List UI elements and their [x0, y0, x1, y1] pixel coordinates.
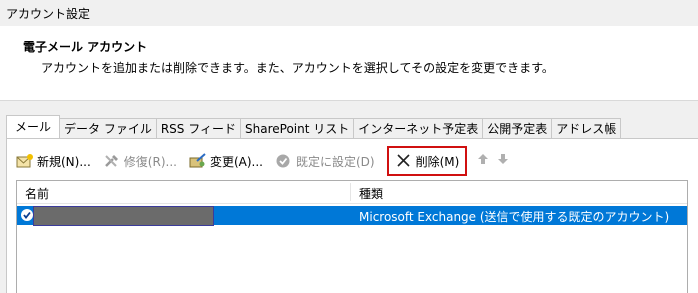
change-account-label: 変更(A)...: [209, 154, 263, 169]
set-default-button[interactable]: 既定に設定(D): [271, 150, 379, 172]
account-type-cell: Microsoft Exchange (送信で使用する既定のアカウント): [359, 210, 670, 224]
arrow-up-icon[interactable]: [475, 153, 491, 169]
column-header-type[interactable]: 種類: [359, 185, 383, 202]
set-default-label: 既定に設定(D): [295, 154, 375, 169]
change-settings-icon: [189, 153, 207, 169]
header-heading: 電子メール アカウント: [23, 40, 148, 54]
change-account-button[interactable]: 変更(A)...: [185, 150, 267, 172]
title-bar: アカウント設定: [0, 0, 698, 26]
default-account-check-icon: [20, 208, 34, 222]
tab-data-files[interactable]: データ ファイル: [59, 118, 157, 138]
tab-address-books[interactable]: アドレス帳: [551, 118, 622, 138]
tab-published-calendars[interactable]: 公開予定表: [482, 118, 553, 138]
new-account-button[interactable]: 新規(N)...: [12, 150, 95, 172]
list-header: 名前 種類: [17, 181, 687, 204]
repair-account-label: 修復(R)...: [123, 154, 177, 169]
tab-internet-calendars[interactable]: インターネット予定表: [353, 118, 484, 138]
column-header-name[interactable]: 名前: [25, 185, 49, 202]
table-row[interactable]: Microsoft Exchange (送信で使用する既定のアカウント): [17, 206, 687, 226]
header-panel: 電子メール アカウント アカウントを追加または削除できます。また、アカウントを選…: [0, 26, 698, 101]
delete-account-label: 削除(M): [415, 154, 460, 169]
check-circle-icon: [275, 153, 293, 169]
delete-account-button[interactable]: 削除(M): [386, 146, 468, 176]
close-icon: [395, 153, 413, 169]
repair-account-button[interactable]: 修復(R)...: [99, 150, 181, 172]
tab-rss-feeds[interactable]: RSS フィード: [155, 118, 241, 138]
new-account-label: 新規(N)...: [37, 154, 91, 169]
new-mail-icon: [16, 153, 34, 169]
account-list[interactable]: 名前 種類 Microsoft Exchange (送信で使用する既定のアカウン…: [16, 180, 688, 293]
wrench-icon: [103, 153, 121, 169]
redacted-account-name: [33, 206, 214, 226]
window-title: アカウント設定: [6, 7, 91, 21]
tab-sharepoint-lists[interactable]: SharePoint リスト: [240, 118, 355, 138]
account-toolbar: 新規(N)... 修復(R)... 変更(A)... 既定に設定(D) 削除(M…: [12, 146, 515, 176]
header-description: アカウントを追加または削除できます。また、アカウントを選択してその設定を変更でき…: [41, 61, 554, 75]
column-divider[interactable]: [350, 183, 351, 201]
arrow-down-icon[interactable]: [495, 153, 511, 169]
tab-strip: メール データ ファイル RSS フィード SharePoint リスト インタ…: [6, 115, 622, 138]
tab-mail[interactable]: メール: [6, 115, 61, 138]
account-settings-window: アカウント設定 電子メール アカウント アカウントを追加または削除できます。また…: [0, 0, 698, 293]
